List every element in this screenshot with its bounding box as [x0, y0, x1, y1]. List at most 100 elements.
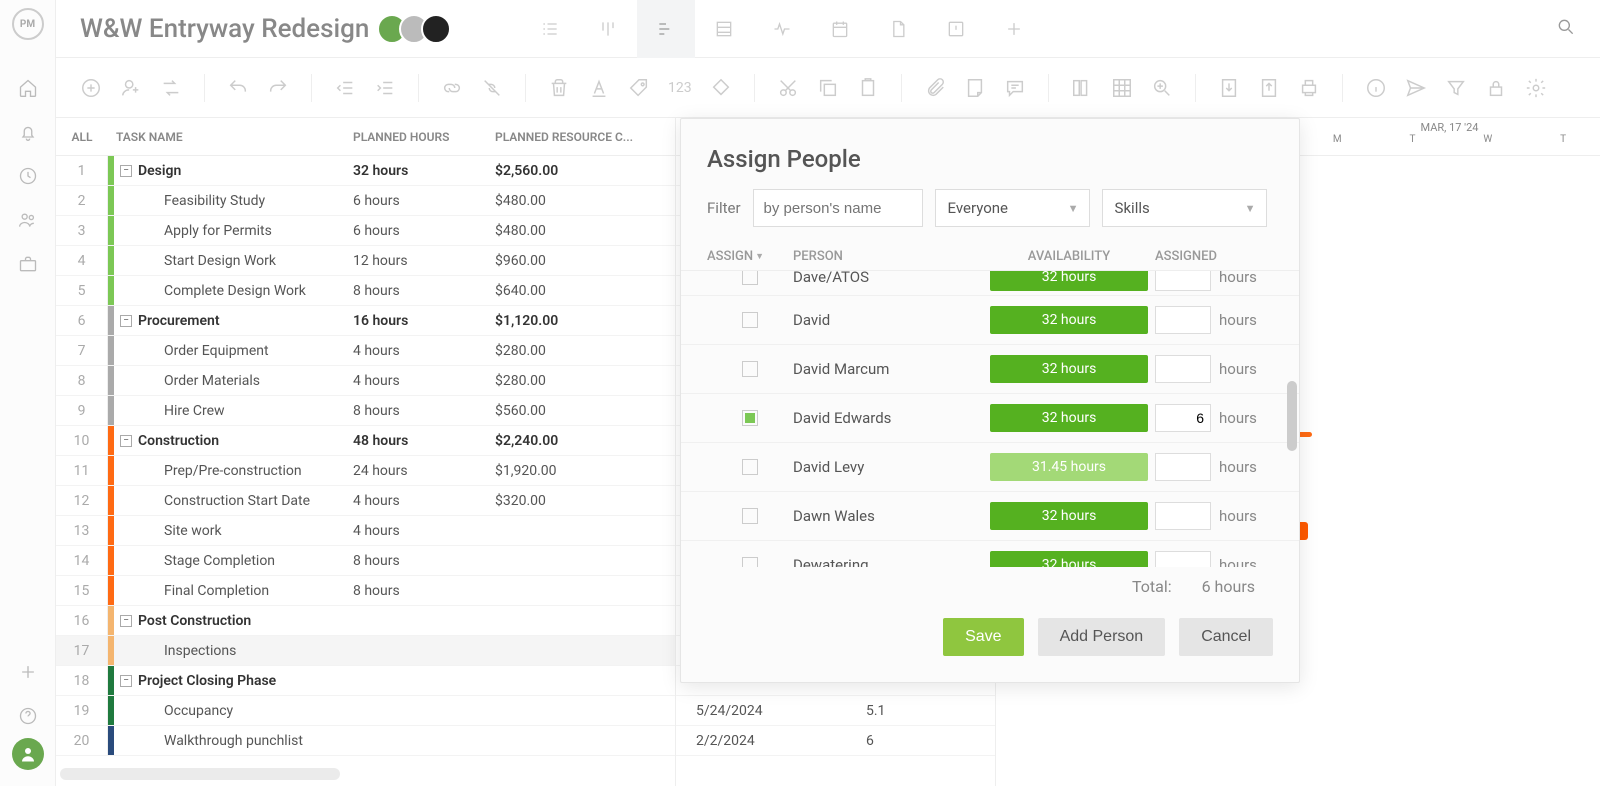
task-row[interactable]: 5 Complete Design Work 8 hours $640.00 [56, 276, 675, 306]
cut-icon[interactable] [777, 77, 799, 99]
zoom-icon[interactable] [1151, 77, 1173, 99]
assign-checkbox[interactable] [742, 557, 758, 567]
task-name-cell[interactable]: Site work [114, 523, 353, 539]
add-view-tab[interactable] [985, 0, 1043, 58]
cost-cell[interactable]: $1,120.00 [495, 313, 675, 329]
cost-cell[interactable]: $560.00 [495, 403, 675, 419]
clock-icon[interactable] [16, 164, 40, 188]
task-name-cell[interactable]: Hire Crew [114, 403, 353, 419]
task-row[interactable]: 3 Apply for Permits 6 hours $480.00 [56, 216, 675, 246]
modal-scrollbar[interactable] [1287, 381, 1297, 451]
task-row[interactable]: 18 −Project Closing Phase [56, 666, 675, 696]
help-icon[interactable] [16, 704, 40, 728]
task-name-cell[interactable]: Stage Completion [114, 553, 353, 569]
assigned-hours-input[interactable] [1155, 502, 1211, 530]
task-name-cell[interactable]: Start Design Work [114, 253, 353, 269]
cost-cell[interactable]: $280.00 [495, 343, 675, 359]
hours-cell[interactable]: 4 hours [353, 343, 495, 359]
settings-icon[interactable] [1525, 77, 1547, 99]
attach-icon[interactable] [924, 77, 946, 99]
hours-cell[interactable]: 48 hours [353, 433, 495, 449]
task-row[interactable]: 7 Order Equipment 4 hours $280.00 [56, 336, 675, 366]
undo-icon[interactable] [227, 77, 249, 99]
search-icon[interactable] [1556, 17, 1576, 41]
print-icon[interactable] [1298, 77, 1320, 99]
assign-checkbox[interactable] [742, 271, 758, 285]
milestone-icon[interactable] [710, 77, 732, 99]
assigned-hours-input[interactable] [1155, 551, 1211, 567]
assigned-hours-input[interactable] [1155, 453, 1211, 481]
paste-icon[interactable] [857, 77, 879, 99]
task-name-cell[interactable]: −Construction [114, 433, 353, 449]
task-name-cell[interactable]: Occupancy [114, 703, 353, 719]
assign-checkbox[interactable] [742, 361, 758, 377]
assigned-hours-input[interactable] [1155, 271, 1211, 291]
hours-cell[interactable]: 8 hours [353, 583, 495, 599]
filter-everyone-select[interactable]: Everyone▼ [935, 189, 1090, 227]
assign-icon[interactable] [120, 77, 142, 99]
cancel-button[interactable]: Cancel [1179, 618, 1273, 656]
link-icon[interactable] [441, 77, 463, 99]
task-name-cell[interactable]: Apply for Permits [114, 223, 353, 239]
hours-cell[interactable]: 6 hours [353, 223, 495, 239]
briefcase-icon[interactable] [16, 252, 40, 276]
gantt-view-tab[interactable] [637, 0, 695, 58]
send-icon[interactable] [1405, 77, 1427, 99]
redo-icon[interactable] [267, 77, 289, 99]
hours-cell[interactable]: 8 hours [353, 403, 495, 419]
task-row[interactable]: 13 Site work 4 hours [56, 516, 675, 546]
task-name-cell[interactable]: Inspections [114, 643, 353, 659]
header-all[interactable]: ALL [56, 130, 108, 144]
cost-cell[interactable]: $640.00 [495, 283, 675, 299]
task-name-cell[interactable]: Construction Start Date [114, 493, 353, 509]
task-row[interactable]: 1 −Design 32 hours $2,560.00 [56, 156, 675, 186]
task-name-cell[interactable]: Order Equipment [114, 343, 353, 359]
import-icon[interactable] [1218, 77, 1240, 99]
cost-cell[interactable]: $480.00 [495, 223, 675, 239]
tag-icon[interactable] [628, 77, 650, 99]
task-name-cell[interactable]: Prep/Pre-construction [114, 463, 353, 479]
columns-icon[interactable] [1071, 77, 1093, 99]
save-button[interactable]: Save [943, 618, 1023, 656]
task-row[interactable]: 9 Hire Crew 8 hours $560.00 [56, 396, 675, 426]
filter-skills-select[interactable]: Skills▼ [1102, 189, 1267, 227]
assign-checkbox[interactable] [742, 410, 758, 426]
collapse-icon[interactable]: − [120, 435, 132, 447]
hours-cell[interactable]: 32 hours [353, 163, 495, 179]
collapse-icon[interactable]: − [120, 615, 132, 627]
header-planned-cost[interactable]: PLANNED RESOURCE C... [495, 130, 675, 144]
cost-cell[interactable]: $2,560.00 [495, 163, 675, 179]
plus-icon[interactable] [16, 660, 40, 684]
assign-checkbox[interactable] [742, 312, 758, 328]
hours-cell[interactable]: 8 hours [353, 283, 495, 299]
hours-cell[interactable]: 4 hours [353, 523, 495, 539]
task-name-cell[interactable]: Feasibility Study [114, 193, 353, 209]
task-row[interactable]: 16 −Post Construction [56, 606, 675, 636]
outdent-icon[interactable] [334, 77, 356, 99]
calendar-view-tab[interactable] [811, 0, 869, 58]
assign-checkbox[interactable] [742, 459, 758, 475]
assigned-hours-input[interactable] [1155, 355, 1211, 383]
cost-cell[interactable]: $320.00 [495, 493, 675, 509]
task-row[interactable]: 11 Prep/Pre-construction 24 hours $1,920… [56, 456, 675, 486]
numbering-icon[interactable]: 123 [668, 80, 692, 96]
indent-icon[interactable] [374, 77, 396, 99]
task-row[interactable]: 10 −Construction 48 hours $2,240.00 [56, 426, 675, 456]
copy-icon[interactable] [817, 77, 839, 99]
task-row[interactable]: 14 Stage Completion 8 hours [56, 546, 675, 576]
app-logo[interactable]: PM [12, 8, 44, 40]
task-name-cell[interactable]: Order Materials [114, 373, 353, 389]
hours-cell[interactable]: 4 hours [353, 493, 495, 509]
cost-cell[interactable]: $280.00 [495, 373, 675, 389]
task-name-cell[interactable]: −Post Construction [114, 613, 353, 629]
th-assigned[interactable]: ASSIGNED [1155, 249, 1255, 264]
risk-view-tab[interactable] [927, 0, 985, 58]
th-assign[interactable]: ASSIGN▼ [707, 249, 793, 264]
header-planned-hours[interactable]: PLANNED HOURS [353, 130, 495, 144]
task-row[interactable]: 4 Start Design Work 12 hours $960.00 [56, 246, 675, 276]
task-name-cell[interactable]: Walkthrough punchlist [114, 733, 353, 749]
hours-cell[interactable]: 12 hours [353, 253, 495, 269]
text-color-icon[interactable] [588, 77, 610, 99]
assign-checkbox[interactable] [742, 508, 758, 524]
note-icon[interactable] [964, 77, 986, 99]
